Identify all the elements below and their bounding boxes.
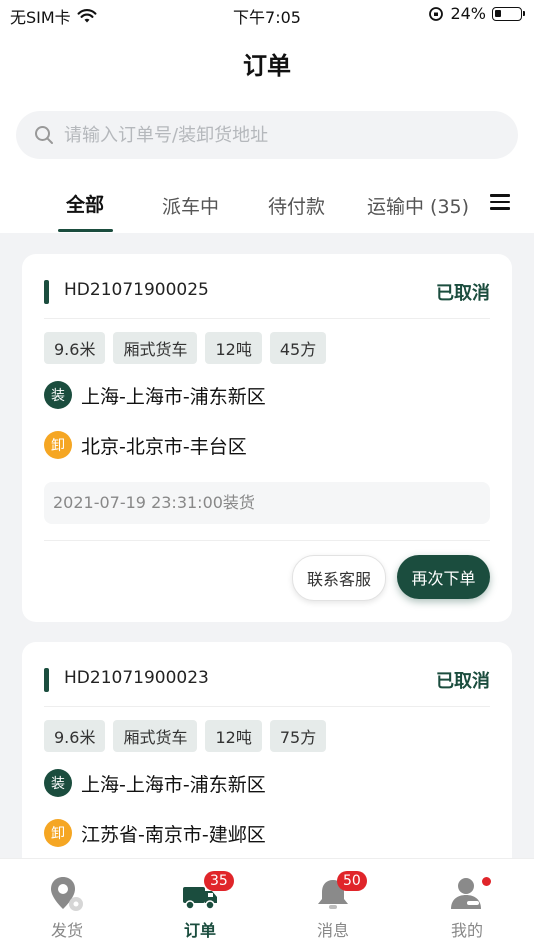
tag-vehicle-type: 厢式货车 — [113, 332, 198, 364]
location-pin-icon — [51, 877, 83, 911]
order-tabs: 全部 派车中 待付款 运输中 (35) — [0, 184, 534, 233]
notification-dot — [482, 877, 491, 886]
bottom-tab-label: 发货 — [50, 921, 83, 940]
search-bar[interactable] — [16, 111, 518, 159]
unload-address: 江苏省-南京市-建邺区 — [81, 823, 266, 846]
bottom-tab-label: 消息 — [316, 921, 349, 940]
battery-percent: 24% — [450, 4, 486, 23]
tag-volume: 45方 — [269, 332, 327, 364]
tag-length: 9.6米 — [44, 720, 106, 752]
divider — [44, 318, 490, 319]
load-address: 上海-上海市-浦东新区 — [81, 773, 266, 796]
messages-badge: 50 — [337, 871, 367, 891]
battery-icon — [492, 6, 525, 21]
load-address-row: 装 上海-上海市-浦东新区 — [44, 381, 266, 409]
tab-in-transit[interactable]: 运输中 (35) — [367, 192, 469, 219]
tag-volume: 75方 — [269, 720, 327, 752]
divider — [44, 540, 490, 541]
orders-badge: 35 — [204, 871, 234, 891]
bottom-tab-orders[interactable]: 35 订单 — [160, 859, 240, 950]
bottom-tab-ship[interactable]: 发货 — [27, 859, 107, 950]
active-tab-indicator — [58, 229, 113, 232]
contact-service-button[interactable]: 联系客服 — [292, 555, 386, 601]
order-card[interactable]: HD21071900025 已取消 9.6米 厢式货车 12吨 45方 装 上海… — [22, 254, 512, 622]
tag-weight: 12吨 — [205, 332, 262, 364]
reorder-button[interactable]: 再次下单 — [397, 555, 490, 599]
tab-dispatching[interactable]: 派车中 — [162, 192, 219, 219]
load-address-row: 装 上海-上海市-浦东新区 — [44, 769, 266, 797]
order-accent-bar — [44, 280, 49, 304]
order-status: 已取消 — [436, 283, 490, 304]
search-icon — [35, 126, 53, 144]
tab-pending-payment[interactable]: 待付款 — [268, 192, 325, 219]
unload-marker: 卸 — [44, 819, 72, 847]
tag-length: 9.6米 — [44, 332, 106, 364]
tag-vehicle-type: 厢式货车 — [113, 720, 198, 752]
header-area: 无SIM卡 下午7:05 24% 订单 全部 派车中 待付款 运输 — [0, 0, 534, 233]
page-title: 订单 — [243, 52, 291, 80]
load-marker: 装 — [44, 769, 72, 797]
bottom-tab-me[interactable]: 我的 — [427, 859, 507, 950]
user-icon — [451, 878, 481, 909]
unload-address: 北京-北京市-丰台区 — [81, 435, 247, 458]
order-number: HD21071900023 — [64, 668, 209, 688]
load-address: 上海-上海市-浦东新区 — [81, 385, 266, 408]
bottom-tab-messages[interactable]: 50 消息 — [293, 859, 373, 950]
bottom-tab-bar: 发货 35 订单 50 消息 我的 — [0, 859, 534, 950]
bottom-tab-label: 我的 — [450, 921, 483, 940]
tab-all[interactable]: 全部 — [66, 190, 104, 217]
rotation-lock-icon — [429, 6, 444, 21]
bottom-tab-label: 订单 — [183, 921, 216, 940]
order-status: 已取消 — [436, 671, 490, 692]
load-marker: 装 — [44, 381, 72, 409]
vehicle-tags: 9.6米 厢式货车 12吨 75方 — [44, 720, 327, 752]
status-bar: 无SIM卡 下午7:05 24% — [0, 0, 534, 30]
unload-address-row: 卸 北京-北京市-丰台区 — [44, 431, 247, 459]
unload-address-row: 卸 江苏省-南京市-建邺区 — [44, 819, 266, 847]
order-number: HD21071900025 — [64, 280, 209, 300]
load-time: 2021-07-19 23:31:00装货 — [44, 482, 490, 524]
vehicle-tags: 9.6米 厢式货车 12吨 45方 — [44, 332, 327, 364]
search-input[interactable] — [62, 123, 486, 147]
unload-marker: 卸 — [44, 431, 72, 459]
menu-icon[interactable] — [490, 194, 510, 210]
divider — [44, 706, 490, 707]
tag-weight: 12吨 — [205, 720, 262, 752]
order-accent-bar — [44, 668, 49, 692]
